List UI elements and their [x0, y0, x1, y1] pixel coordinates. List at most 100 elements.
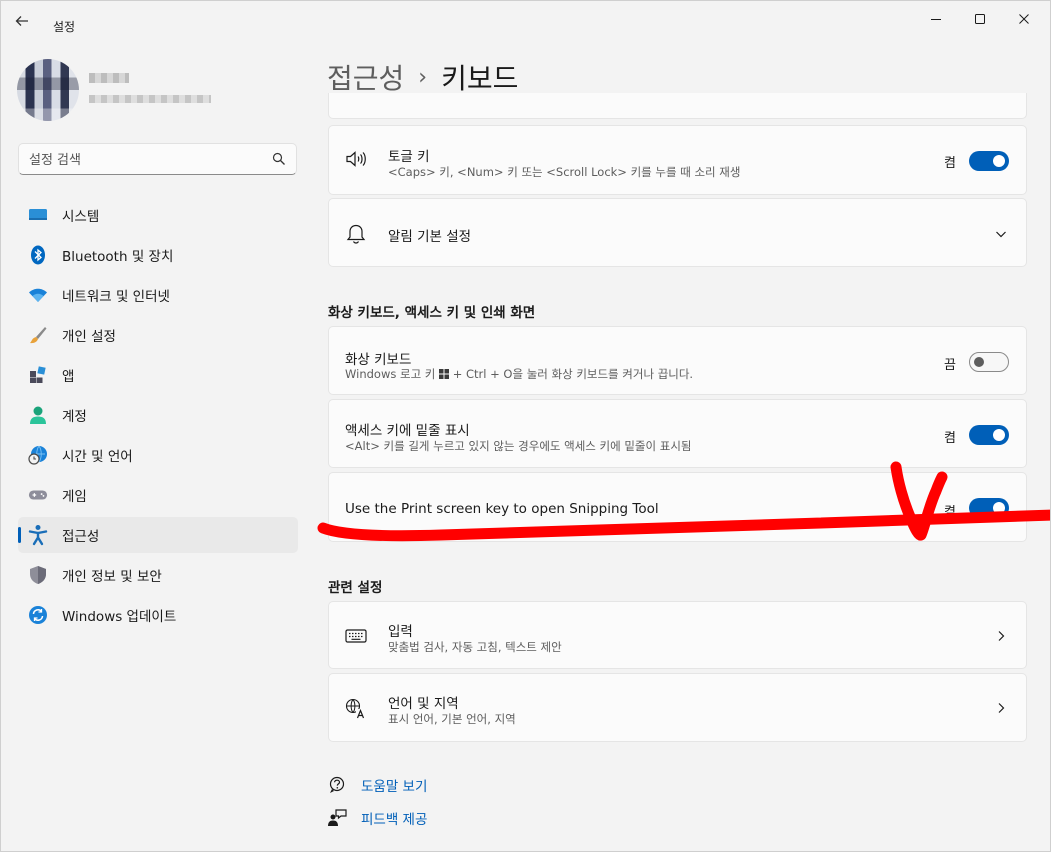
- sidebar-item-system[interactable]: 시스템: [18, 197, 298, 233]
- toggle-keys-switch[interactable]: [969, 151, 1009, 171]
- settings-window: 설정 시스템 Bluetooth 및 장치: [0, 0, 1051, 852]
- back-button[interactable]: [15, 13, 37, 35]
- page-title: 키보드: [441, 62, 519, 95]
- help-link-text[interactable]: 도움말 보기: [361, 775, 427, 795]
- section-heading-osk: 화상 키보드, 액세스 키 및 인쇄 화면: [328, 305, 536, 321]
- toggle-keys-card: 토글 키 <Caps> 키, <Num> 키 또는 <Scroll Lock> …: [328, 125, 1027, 195]
- help-link[interactable]: 도움말 보기: [327, 774, 427, 796]
- input-settings-card[interactable]: 입력 맞춤법 검사, 자동 고침, 텍스트 제안: [328, 601, 1027, 669]
- feedback-link-text[interactable]: 피드백 제공: [361, 808, 427, 828]
- access-key-underline-switch[interactable]: [969, 425, 1009, 445]
- sidebar-item-windows-update[interactable]: Windows 업데이트: [18, 597, 298, 633]
- gamepad-icon: [28, 486, 48, 504]
- sidebar-item-label: 게임: [62, 489, 87, 505]
- breadcrumb-parent[interactable]: 접근성: [327, 57, 404, 97]
- bell-icon: [345, 222, 367, 244]
- system-icon: [28, 206, 48, 224]
- notification-preferences-card[interactable]: 알림 기본 설정: [328, 198, 1027, 267]
- minimize-icon: [931, 19, 941, 20]
- onscreen-keyboard-switch[interactable]: [969, 352, 1009, 372]
- print-screen-card: Use the Print screen key to open Snippin…: [328, 472, 1027, 542]
- windows-logo-icon: [439, 369, 450, 379]
- profile-email-blurred: [89, 95, 211, 103]
- toggle-keys-title: 토글 키: [388, 149, 430, 165]
- chevron-down-icon: [996, 231, 1006, 238]
- keyboard-icon: [345, 625, 367, 647]
- language-region-card[interactable]: 언어 및 지역 표시 언어, 기본 언어, 지역: [328, 673, 1027, 742]
- onscreen-keyboard-state: 끔: [944, 358, 956, 373]
- access-key-underline-desc: <Alt> 키를 길게 누르고 있지 않는 경우에도 액세스 키에 밑줄이 표시…: [345, 439, 692, 453]
- speaker-icon: [345, 148, 367, 170]
- sidebar-item-label: 접근성: [62, 529, 100, 545]
- access-key-underline-state: 켬: [944, 431, 956, 446]
- search-box: [18, 143, 297, 175]
- print-screen-state: 켬: [944, 505, 956, 520]
- profile-name-blurred: [89, 73, 129, 83]
- time-language-icon: [28, 445, 48, 465]
- sidebar-item-label: 시스템: [62, 209, 100, 225]
- access-key-underline-title: 액세스 키에 밑줄 표시: [345, 423, 470, 439]
- onscreen-keyboard-desc-after: + Ctrl + O을 눌러 화상 키보드를 켜거나 끕니다.: [449, 367, 694, 381]
- sidebar-item-label: 개인 정보 및 보안: [62, 569, 162, 585]
- chevron-right-icon: [998, 631, 1005, 641]
- sidebar-item-label: Bluetooth 및 장치: [62, 249, 174, 265]
- back-arrow-icon: [15, 16, 28, 26]
- update-icon: [28, 606, 48, 624]
- sidebar-item-network[interactable]: 네트워크 및 인터넷: [18, 277, 298, 313]
- toggle-knob: [993, 429, 1005, 441]
- account-icon: [28, 406, 48, 424]
- wifi-icon: [28, 286, 48, 304]
- print-screen-switch[interactable]: [969, 498, 1009, 518]
- language-icon: [345, 698, 367, 720]
- sidebar-item-label: 앱: [62, 369, 75, 385]
- bluetooth-icon: [28, 245, 48, 265]
- apps-icon: [28, 366, 48, 384]
- sidebar-item-accounts[interactable]: 계정: [18, 397, 298, 433]
- sidebar-item-accessibility[interactable]: 접근성: [18, 517, 298, 553]
- search-icon[interactable]: [272, 152, 286, 166]
- avatar: [17, 59, 79, 121]
- section-heading-related: 관련 설정: [328, 580, 383, 596]
- print-screen-title: Use the Print screen key to open Snippin…: [345, 501, 659, 517]
- input-settings-title: 입력: [388, 624, 413, 640]
- breadcrumb: 접근성 › 키보드: [327, 57, 518, 97]
- sidebar-item-personalization[interactable]: 개인 설정: [18, 317, 298, 353]
- sidebar-item-time-language[interactable]: 시간 및 언어: [18, 437, 298, 473]
- sidebar-item-gaming[interactable]: 게임: [18, 477, 298, 513]
- sidebar-item-label: 네트워크 및 인터넷: [62, 289, 170, 305]
- title-bar: 설정: [1, 1, 1050, 41]
- help-icon: [327, 776, 347, 794]
- feedback-link[interactable]: 피드백 제공: [327, 807, 427, 829]
- search-input[interactable]: [29, 150, 269, 170]
- sidebar-item-label: 개인 설정: [62, 329, 116, 345]
- maximize-button[interactable]: [958, 7, 1002, 31]
- minimize-button[interactable]: [914, 7, 958, 31]
- toggle-knob: [993, 502, 1005, 514]
- toggle-knob: [993, 155, 1005, 167]
- sidebar-item-label: Windows 업데이트: [62, 609, 177, 625]
- sidebar-nav: 시스템 Bluetooth 및 장치 네트워크 및 인터넷 개인 설정 앱 계정…: [18, 197, 298, 637]
- sidebar-item-privacy[interactable]: 개인 정보 및 보안: [18, 557, 298, 593]
- previous-setting-card: [328, 93, 1027, 119]
- onscreen-keyboard-desc-before: Windows 로고 키: [345, 367, 440, 381]
- brush-icon: [28, 326, 48, 344]
- chevron-right-icon: [998, 703, 1005, 713]
- input-settings-desc: 맞춤법 검사, 자동 고침, 텍스트 제안: [388, 640, 562, 654]
- language-region-title: 언어 및 지역: [388, 696, 459, 712]
- sidebar-item-apps[interactable]: 앱: [18, 357, 298, 393]
- breadcrumb-separator: ›: [418, 64, 428, 90]
- close-button[interactable]: [1002, 7, 1046, 31]
- close-icon: [1019, 14, 1029, 24]
- onscreen-keyboard-desc: Windows 로고 키 + Ctrl + O을 눌러 화상 키보드를 켜거나 …: [345, 366, 693, 382]
- sidebar-item-bluetooth[interactable]: Bluetooth 및 장치: [18, 237, 298, 273]
- access-key-underline-card: 액세스 키에 밑줄 표시 <Alt> 키를 길게 누르고 있지 않는 경우에도 …: [328, 399, 1027, 468]
- user-profile[interactable]: [17, 59, 307, 121]
- toggle-knob: [974, 357, 984, 367]
- notification-preferences-title: 알림 기본 설정: [388, 229, 472, 245]
- feedback-icon: [327, 809, 347, 827]
- app-title: 설정: [53, 20, 76, 34]
- onscreen-keyboard-card: 화상 키보드 Windows 로고 키 + Ctrl + O을 눌러 화상 키보…: [328, 326, 1027, 395]
- toggle-keys-desc: <Caps> 키, <Num> 키 또는 <Scroll Lock> 키를 누를…: [388, 165, 741, 179]
- sidebar-item-label: 시간 및 언어: [62, 449, 133, 465]
- shield-icon: [28, 566, 48, 584]
